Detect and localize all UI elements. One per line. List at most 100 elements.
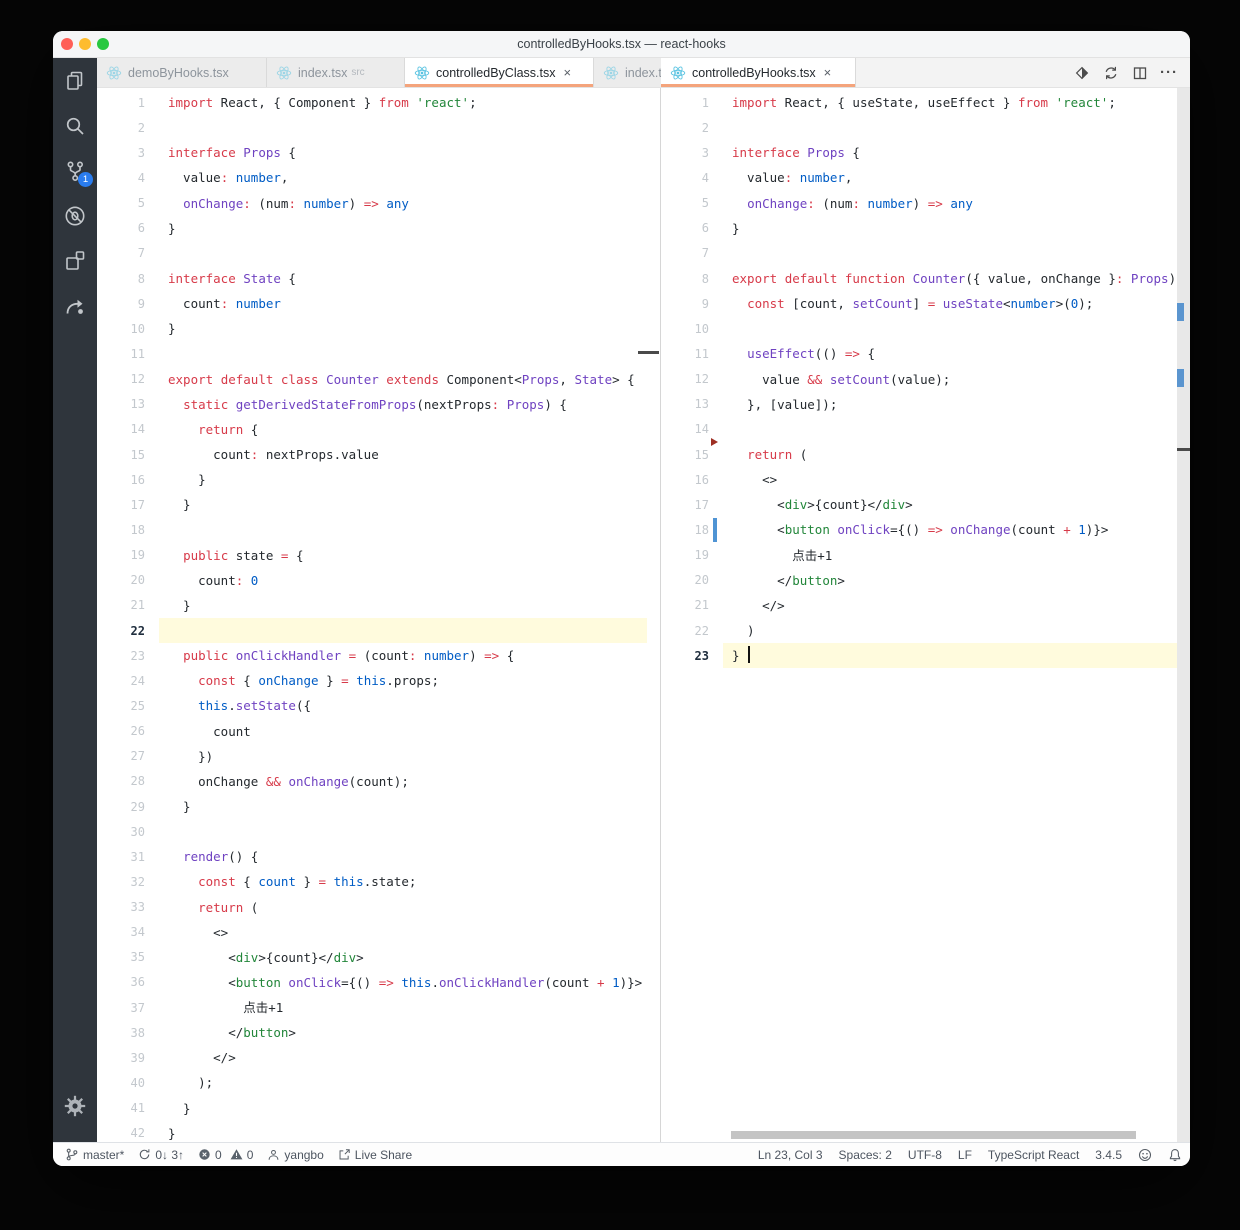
code-line[interactable]: 37 点击+1 (97, 995, 660, 1020)
code-line[interactable]: 7 (97, 241, 660, 266)
code-line[interactable]: 25 this.setState({ (97, 693, 660, 718)
code-line[interactable]: 33 return ( (97, 895, 660, 920)
code-line[interactable]: 2 (97, 115, 660, 140)
code-line[interactable]: 6} (97, 216, 660, 241)
code-line[interactable]: 40 ); (97, 1070, 660, 1095)
code-line[interactable]: 5 onChange: (num: number) => any (97, 191, 660, 216)
code-line[interactable]: 8 interface State { (97, 266, 660, 291)
code-line[interactable]: 4 value: number, (97, 165, 660, 190)
code-line[interactable]: 20 </button> (661, 568, 1190, 593)
encoding[interactable]: UTF-8 (908, 1148, 942, 1162)
code-line[interactable]: 22 ) (661, 618, 1190, 643)
code-line[interactable]: 10 (661, 316, 1190, 341)
code-line[interactable]: 31 render() { (97, 844, 660, 869)
language-mode[interactable]: TypeScript React (988, 1148, 1079, 1162)
tab-controlledbyclass[interactable]: controlledByClass.tsx × (405, 58, 594, 87)
code-line[interactable]: 14 return { (97, 417, 660, 442)
overview-ruler[interactable] (1177, 88, 1190, 1142)
code-line[interactable]: 26 count (97, 719, 660, 744)
code-line[interactable]: 7 (661, 241, 1190, 266)
code-line[interactable]: 34 <> (97, 920, 660, 945)
account-status[interactable]: yangbo (267, 1148, 324, 1162)
code-line[interactable]: 28 onChange && onChange(count); (97, 769, 660, 794)
code-line[interactable]: 17 <div>{count}</div> (661, 492, 1190, 517)
tab-controlledbyhooks[interactable]: controlledByHooks.tsx × (661, 58, 856, 87)
code-line[interactable]: 10} (97, 316, 660, 341)
code-line[interactable]: 9 count: number (97, 291, 660, 316)
code-line[interactable]: 19 点击+1 (661, 543, 1190, 568)
sync-icon[interactable] (1100, 62, 1122, 84)
zoom-window-button[interactable] (97, 38, 109, 50)
code-line[interactable]: 16 <> (661, 467, 1190, 492)
horizontal-scrollbar[interactable] (731, 1131, 1136, 1139)
code-line[interactable]: 22 (97, 617, 660, 644)
live-share-status[interactable]: Live Share (338, 1148, 412, 1162)
editor-left[interactable]: 1 import React, { Component } from 'react… (97, 88, 660, 1142)
code-line[interactable]: 41 } (97, 1096, 660, 1121)
code-line[interactable]: 8 export default function Counter({ value… (661, 266, 1190, 291)
code-line[interactable]: 23} (661, 643, 1190, 669)
split-editor-icon[interactable] (1129, 62, 1151, 84)
feedback-smiley-icon[interactable] (1138, 1148, 1152, 1162)
problems-status[interactable]: 0 0 (198, 1148, 253, 1162)
code-line[interactable]: 32 const { count } = this.state; (97, 869, 660, 894)
minimize-window-button[interactable] (79, 38, 91, 50)
code-line[interactable]: 20 count: 0 (97, 568, 660, 593)
indentation[interactable]: Spaces: 2 (839, 1148, 892, 1162)
code-line[interactable]: 30 (97, 819, 660, 844)
open-changes-icon[interactable] (1071, 62, 1093, 84)
code-line[interactable]: 15 return ( (661, 442, 1190, 467)
code-line[interactable]: 18 <button onClick={() => onChange(count… (661, 517, 1190, 542)
gear-icon[interactable] (53, 1083, 97, 1128)
tab-index-src[interactable]: index.tsx src (267, 58, 405, 87)
explorer-icon[interactable] (53, 58, 97, 103)
code-line[interactable]: 24 const { onChange } = this.props; (97, 668, 660, 693)
code-line[interactable]: 1 import React, { useState, useEffect } f… (661, 90, 1190, 115)
code-line[interactable]: 12 export default class Counter extends C… (97, 367, 660, 392)
code-line[interactable]: 14 (661, 417, 1190, 446)
eol[interactable]: LF (958, 1148, 972, 1162)
notifications-bell-icon[interactable] (1168, 1148, 1182, 1162)
code-line[interactable]: 39 </> (97, 1045, 660, 1070)
tab-close-icon[interactable]: × (564, 65, 572, 80)
tab-close-icon[interactable]: × (824, 65, 832, 80)
code-line[interactable]: 5 onChange: (num: number) => any (661, 191, 1190, 216)
tab-demobyhooks[interactable]: demoByHooks.tsx (97, 58, 267, 87)
code-line[interactable]: 23 public onClickHandler = (count: numbe… (97, 643, 660, 668)
code-line[interactable]: 11 (97, 341, 660, 366)
code-line[interactable]: 16 } (97, 467, 660, 492)
code-line[interactable]: 2 (661, 115, 1190, 140)
git-branch-status[interactable]: master* (65, 1147, 124, 1162)
code-line[interactable]: 42} (97, 1121, 660, 1142)
extensions-icon[interactable] (53, 238, 97, 283)
editor-right[interactable]: 1 import React, { useState, useEffect } f… (660, 88, 1190, 1142)
code-line[interactable]: 15 count: nextProps.value (97, 442, 660, 467)
close-window-button[interactable] (61, 38, 73, 50)
more-actions-icon[interactable]: ··· (1158, 62, 1180, 84)
cursor-position[interactable]: Ln 23, Col 3 (758, 1148, 823, 1162)
code-line[interactable]: 12 value && setCount(value); (661, 367, 1190, 392)
code-line[interactable]: 35 <div>{count}</div> (97, 945, 660, 970)
ts-version[interactable]: 3.4.5 (1095, 1148, 1122, 1162)
code-line[interactable]: 9 const [count, setCount] = useState<num… (661, 291, 1190, 316)
code-line[interactable]: 4 value: number, (661, 165, 1190, 190)
code-line[interactable]: 29 } (97, 794, 660, 819)
sync-status[interactable]: 0↓ 3↑ (138, 1148, 184, 1162)
code-line[interactable]: 6} (661, 216, 1190, 241)
code-line[interactable]: 19 public state = { (97, 543, 660, 568)
code-line[interactable]: 13 static getDerivedStateFromProps(nextP… (97, 392, 660, 417)
code-line[interactable]: 38 </button> (97, 1020, 660, 1045)
code-line[interactable]: 36 <button onClick={() => this.onClickHa… (97, 970, 660, 995)
code-line[interactable]: 11 useEffect(() => { (661, 341, 1190, 366)
search-icon[interactable] (53, 103, 97, 148)
code-line[interactable]: 1 import React, { Component } from 'react… (97, 90, 660, 115)
source-control-icon[interactable]: 1 (53, 148, 97, 193)
code-line[interactable]: 21 </> (661, 593, 1190, 618)
code-line[interactable]: 18 (97, 517, 660, 542)
code-line[interactable]: 21 } (97, 593, 660, 618)
code-line[interactable]: 13 }, [value]); (661, 392, 1190, 417)
code-line[interactable]: 17 } (97, 492, 660, 517)
code-line[interactable]: 3 interface Props { (97, 140, 660, 165)
code-line[interactable]: 27 }) (97, 744, 660, 769)
code-line[interactable]: 3 interface Props { (661, 140, 1190, 165)
